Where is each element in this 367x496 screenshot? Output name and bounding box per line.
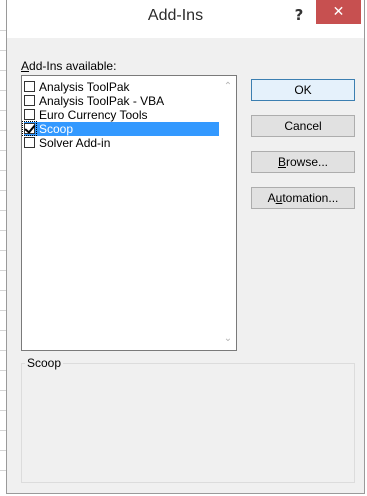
add-ins-available-label: Add-Ins available: <box>21 59 116 73</box>
list-item-scoop[interactable]: Scoop <box>22 121 219 136</box>
checkbox[interactable] <box>24 137 35 148</box>
scroll-down-icon[interactable]: ⌄ <box>221 332 235 346</box>
list-item-label: Solver Add-in <box>39 136 111 150</box>
description-groupbox <box>21 363 355 483</box>
add-ins-dialog: Add-Ins ? ✕ Add-Ins available: Analysis … <box>6 0 365 494</box>
checkbox[interactable] <box>24 95 35 106</box>
label-text: dd-Ins available: <box>29 59 117 73</box>
checkbox[interactable] <box>24 109 35 120</box>
scroll-up-icon[interactable]: ⌃ <box>221 80 235 94</box>
description-title: Scoop <box>25 356 64 370</box>
button-label-prefix: A <box>267 191 276 205</box>
close-icon: ✕ <box>332 4 345 20</box>
list-item-label: Analysis ToolPak <box>39 80 130 94</box>
list-item-analysis-toolpak[interactable]: Analysis ToolPak <box>24 80 219 94</box>
add-ins-listbox[interactable]: Analysis ToolPak Analysis ToolPak - VBA … <box>21 75 237 351</box>
checkbox[interactable] <box>24 81 35 92</box>
button-label: tomation... <box>282 191 339 205</box>
checkbox-checked[interactable] <box>22 121 37 136</box>
list-item-label: Analysis ToolPak - VBA <box>39 94 165 108</box>
close-button[interactable]: ✕ <box>316 0 361 24</box>
automation-button[interactable]: Automation... <box>251 187 355 209</box>
label-accelerator: A <box>21 59 30 73</box>
cancel-button[interactable]: Cancel <box>251 115 355 137</box>
list-item-label: Scoop <box>39 122 74 136</box>
title-bar[interactable]: Add-Ins ? ✕ <box>7 0 364 38</box>
browse-button[interactable]: Browse... <box>251 151 355 173</box>
list-item-euro-currency-tools[interactable]: Euro Currency Tools <box>24 108 219 122</box>
button-label: rowse... <box>286 155 329 169</box>
help-button[interactable]: ? <box>286 3 312 27</box>
list-item-label: Euro Currency Tools <box>39 108 148 122</box>
ok-button[interactable]: OK <box>251 79 355 101</box>
list-item-solver-add-in[interactable]: Solver Add-in <box>24 136 219 150</box>
list-item-analysis-toolpak-vba[interactable]: Analysis ToolPak - VBA <box>24 94 219 108</box>
accelerator: B <box>277 155 286 169</box>
